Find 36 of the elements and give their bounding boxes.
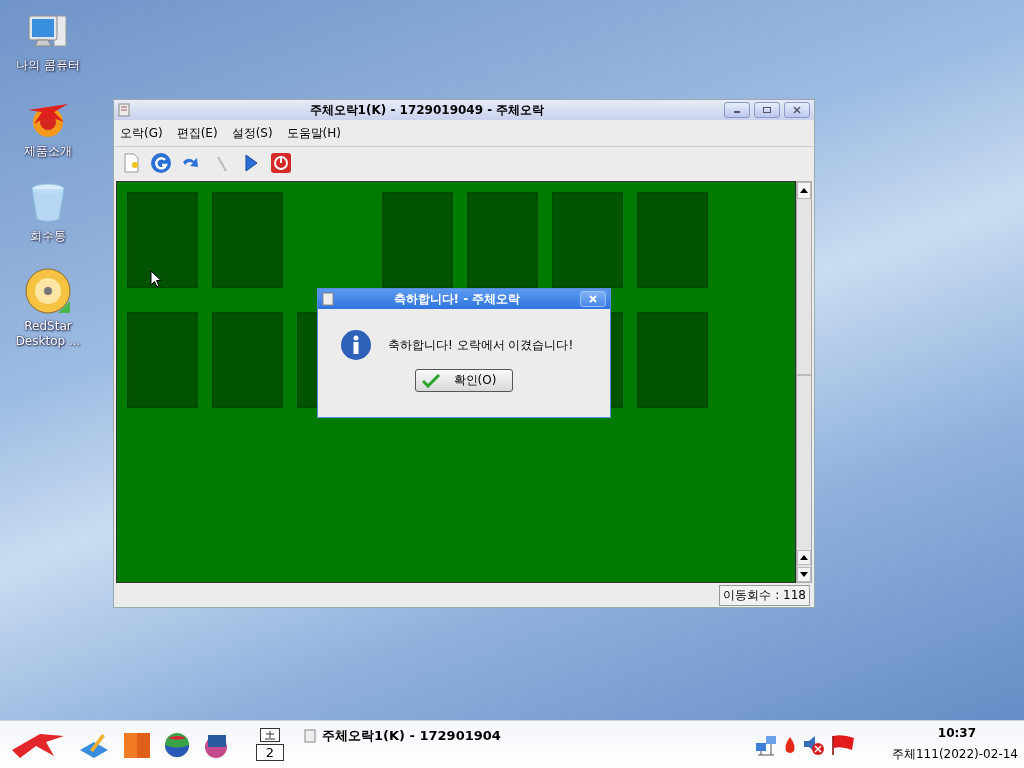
scroll-up-icon[interactable]: [800, 188, 808, 193]
menu-item[interactable]: 설정(S): [231, 124, 273, 142]
close-button[interactable]: [580, 291, 606, 307]
dialog-message: 축하합니다! 오락에서 이겼습니다!: [388, 336, 574, 354]
menu-item[interactable]: 도움말(H): [286, 124, 341, 142]
close-icon: [588, 295, 598, 303]
taskbar-window-button[interactable]: 주체오락1(K) - 172901904: [304, 727, 524, 745]
disc-icon[interactable]: [24, 266, 72, 315]
minimize-button[interactable]: [724, 102, 750, 118]
dialog-title: 축하합니다! - 주체오락: [392, 290, 522, 308]
clock-time[interactable]: 10:37: [937, 726, 976, 740]
moves-counter: 이동회수 : 118: [719, 584, 810, 606]
window-app-icon: [118, 103, 130, 117]
workspace-pager[interactable]: 2: [256, 744, 284, 761]
info-icon: [340, 329, 372, 361]
dialog-app-icon: [322, 292, 334, 306]
show-desktop-icon[interactable]: [260, 728, 280, 742]
flag-icon[interactable]: [830, 733, 856, 756]
window-title: 주체오락1(K) - 1729019049 - 주체오락: [308, 101, 546, 119]
ok-button[interactable]: 확인(O): [414, 369, 514, 392]
menu-item[interactable]: 오락(G): [120, 124, 163, 142]
checkmark-icon: [421, 373, 440, 388]
globe-icon[interactable]: [164, 731, 190, 758]
refresh-icon[interactable]: [150, 152, 172, 174]
clock-date: 주체111(2022)-02-14: [892, 746, 1018, 763]
close-button[interactable]: [784, 102, 810, 118]
close-icon: [792, 106, 802, 114]
mouse-pointer-icon: [150, 270, 162, 288]
maximize-button[interactable]: [754, 102, 780, 118]
maximize-icon: [762, 106, 772, 114]
scroll-down-icon[interactable]: [800, 572, 808, 577]
power-icon[interactable]: [270, 152, 292, 174]
scroll-up-icon[interactable]: [800, 555, 808, 560]
menu-item[interactable]: 편집(E): [176, 124, 218, 142]
window-app-icon: [304, 729, 316, 743]
vertical-scrollbar[interactable]: [796, 181, 812, 583]
